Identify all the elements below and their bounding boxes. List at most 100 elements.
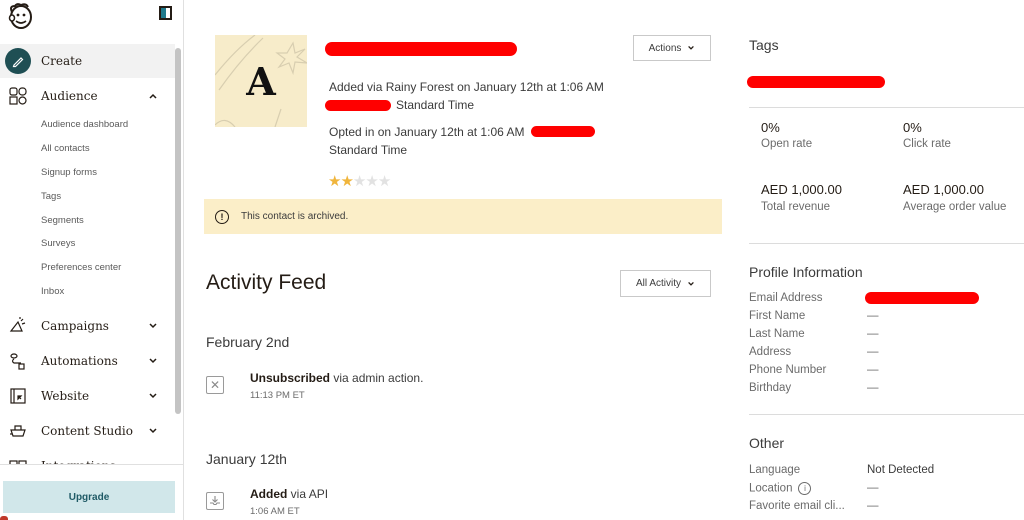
actions-label: Actions bbox=[648, 42, 682, 54]
feed-event-time: 11:13 PM ET bbox=[250, 390, 305, 401]
chevron-down-icon[interactable] bbox=[148, 426, 158, 436]
sidebar-item-integrations[interactable]: Integrations bbox=[0, 448, 175, 464]
inbox-download-icon bbox=[206, 492, 224, 510]
other-row-language: Language Not Detected bbox=[749, 464, 1024, 482]
sidebar-subitem-all-contacts[interactable]: All contacts bbox=[0, 137, 175, 161]
sidebar-item-automations[interactable]: Automations bbox=[0, 343, 175, 378]
rating-star-icon[interactable]: ★ bbox=[365, 173, 378, 190]
profile-info-heading: Profile Information bbox=[749, 264, 863, 280]
added-via-line-2: Standard Time bbox=[396, 98, 475, 112]
sidebar-subitem-tags[interactable]: Tags bbox=[0, 184, 175, 208]
audience-icon bbox=[8, 86, 28, 106]
rating-star-icon[interactable]: ★ bbox=[328, 173, 341, 190]
sidebar-item-audience[interactable]: Audience bbox=[0, 78, 175, 113]
website-icon bbox=[8, 386, 28, 406]
tags-heading: Tags bbox=[749, 37, 779, 53]
contact-rating[interactable]: ★★★★★ bbox=[328, 172, 391, 190]
other-heading: Other bbox=[749, 435, 785, 451]
integrations-icon bbox=[8, 456, 28, 464]
sidebar-scrollbar-thumb[interactable] bbox=[175, 48, 181, 414]
opted-in-line-2: Standard Time bbox=[329, 143, 408, 157]
sidebar-item-label: Content Studio bbox=[41, 423, 133, 438]
rating-star-icon[interactable]: ★ bbox=[340, 173, 353, 190]
location-label: Location bbox=[749, 482, 793, 495]
other-row-location: Location i — bbox=[749, 482, 1024, 500]
opted-in-line: Opted in on January 12th at 1:06 AM bbox=[329, 125, 525, 139]
notification-badge[interactable] bbox=[0, 516, 8, 520]
mailchimp-logo-icon[interactable] bbox=[6, 2, 34, 30]
feed-event-time: 1:06 AM ET bbox=[250, 506, 300, 517]
activity-feed-title: Activity Feed bbox=[206, 271, 327, 294]
profile-value: — bbox=[867, 328, 879, 340]
redacted-email[interactable] bbox=[865, 292, 979, 304]
open-rate-value: 0% bbox=[761, 120, 780, 135]
chevron-down-icon bbox=[688, 45, 695, 50]
rating-star-icon[interactable]: ★ bbox=[378, 173, 391, 190]
sidebar-toggle-icon[interactable] bbox=[159, 6, 172, 20]
other-value: — bbox=[867, 482, 879, 494]
feed-event-type: Unsubscribed bbox=[250, 371, 331, 385]
redacted-tags bbox=[747, 76, 885, 88]
feed-event-type: Added bbox=[250, 487, 288, 501]
profile-key: Birthday bbox=[749, 382, 792, 394]
banner-text: This contact is archived. bbox=[241, 211, 349, 222]
sidebar-item-campaigns[interactable]: Campaigns bbox=[0, 308, 175, 343]
click-rate-label: Click rate bbox=[903, 138, 951, 150]
activity-filter-label: All Activity bbox=[635, 278, 681, 289]
sidebar-nav: Create Audience Audience dashboard All c… bbox=[0, 44, 175, 464]
sidebar-subitem-audience-dashboard[interactable]: Audience dashboard bbox=[0, 113, 175, 137]
activity-filter-dropdown[interactable]: All Activity bbox=[620, 270, 711, 297]
redacted-timezone-2 bbox=[531, 126, 595, 137]
profile-key: Phone Number bbox=[749, 364, 827, 376]
automation-icon bbox=[8, 351, 28, 371]
sidebar-subitem-segments[interactable]: Segments bbox=[0, 208, 175, 232]
chevron-down-icon[interactable] bbox=[148, 391, 158, 401]
sidebar-subitem-preferences-center[interactable]: Preferences center bbox=[0, 256, 175, 280]
total-revenue-label: Total revenue bbox=[761, 201, 831, 213]
sidebar-item-label: Audience bbox=[41, 88, 98, 103]
contact-avatar: A bbox=[215, 35, 307, 127]
chevron-down-icon[interactable] bbox=[148, 321, 158, 331]
avg-order-value: AED 1,000.00 bbox=[903, 182, 984, 197]
profile-value: — bbox=[867, 382, 879, 394]
redacted-contact-name bbox=[325, 42, 517, 56]
feed-event-detail: via admin action. bbox=[330, 371, 424, 385]
sidebar-item-create[interactable]: Create bbox=[0, 44, 175, 78]
other-value: — bbox=[867, 500, 879, 512]
chevron-down-icon bbox=[688, 281, 694, 286]
info-icon[interactable]: i bbox=[798, 482, 812, 495]
profile-value: — bbox=[867, 310, 879, 322]
sidebar: Create Audience Audience dashboard All c… bbox=[0, 0, 184, 520]
sidebar-item-content-studio[interactable]: Content Studio bbox=[0, 413, 175, 448]
sidebar-item-website[interactable]: Website bbox=[0, 378, 175, 413]
total-revenue-value: AED 1,000.00 bbox=[761, 182, 842, 197]
archived-banner: ! This contact is archived. bbox=[204, 199, 722, 234]
feed-event: Added via API bbox=[250, 487, 328, 501]
feed-date-heading: February 2nd bbox=[206, 334, 290, 350]
rating-star-icon[interactable]: ★ bbox=[353, 173, 366, 190]
open-rate-label: Open rate bbox=[761, 138, 813, 150]
chevron-up-icon[interactable] bbox=[148, 91, 158, 101]
profile-row-address: Address — bbox=[749, 346, 1024, 364]
other-row-favorite-email-client: Favorite email cli... — bbox=[749, 500, 1024, 518]
actions-button[interactable]: Actions bbox=[633, 35, 711, 61]
profile-row-first-name: First Name — bbox=[749, 310, 1024, 328]
sidebar-subitem-inbox[interactable]: Inbox bbox=[0, 280, 175, 304]
profile-key: Email Address bbox=[749, 292, 823, 304]
click-rate-value: 0% bbox=[903, 120, 922, 135]
upgrade-section: Upgrade bbox=[0, 464, 183, 520]
profile-row-birthday: Birthday — bbox=[749, 382, 1024, 400]
sidebar-item-label: Create bbox=[41, 54, 83, 68]
upgrade-button[interactable]: Upgrade bbox=[3, 481, 175, 513]
sidebar-subitem-signup-forms[interactable]: Signup forms bbox=[0, 161, 175, 185]
profile-key: First Name bbox=[749, 310, 806, 322]
pencil-icon bbox=[5, 48, 31, 74]
sidebar-subitem-surveys[interactable]: Surveys bbox=[0, 232, 175, 256]
profile-row-last-name: Last Name — bbox=[749, 328, 1024, 346]
chevron-down-icon[interactable] bbox=[148, 356, 158, 366]
profile-value: — bbox=[867, 364, 879, 376]
other-key: Location i bbox=[749, 482, 812, 495]
feed-event: Unsubscribed via admin action. bbox=[250, 371, 423, 385]
megaphone-icon bbox=[8, 316, 28, 336]
divider bbox=[749, 243, 1024, 244]
